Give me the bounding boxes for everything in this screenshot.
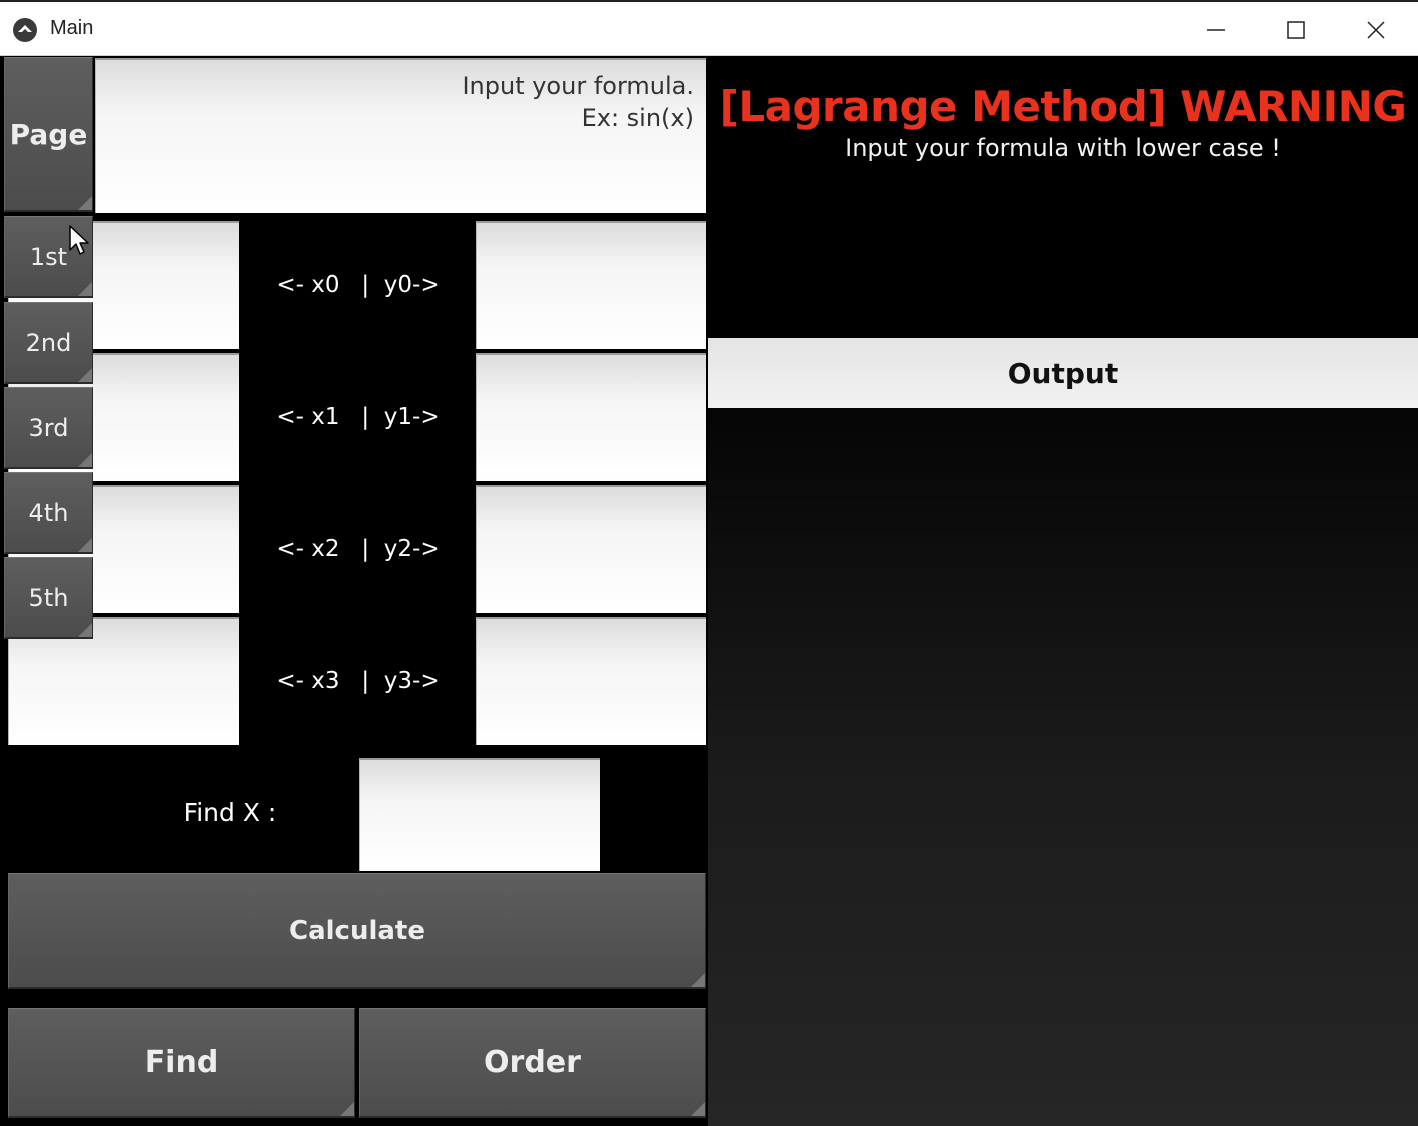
find-label: Find (144, 1045, 219, 1080)
close-icon (1367, 21, 1385, 39)
page-4th-button[interactable]: 4th (4, 472, 93, 554)
warning-title: [Lagrange Method] WARNING (719, 82, 1407, 131)
y2-input[interactable] (476, 485, 706, 613)
page-2nd-button[interactable]: 2nd (4, 302, 93, 384)
warning-subtitle: Input your formula with lower case ! (845, 134, 1281, 162)
formula-placeholder: Input your formula. Ex: sin(x) (462, 70, 694, 134)
y0-input[interactable] (476, 221, 706, 349)
find-button[interactable]: Find (8, 1008, 355, 1118)
page-2nd-label: 2nd (25, 328, 72, 357)
page-5th-label: 5th (28, 583, 69, 612)
maximize-button[interactable] (1276, 12, 1316, 48)
point-label-0: <- x0 | y0-> (276, 272, 440, 298)
order-label: Order (484, 1045, 581, 1080)
formula-input[interactable]: Input your formula. Ex: sin(x) (95, 58, 706, 213)
formula-placeholder-line1: Input your formula. (462, 72, 694, 100)
output-area (708, 408, 1418, 1126)
minimize-button[interactable] (1196, 12, 1236, 48)
kivy-logo-icon (12, 17, 38, 43)
page-4th-label: 4th (28, 498, 69, 527)
point-label-3: <- x3 | y3-> (276, 668, 440, 694)
mouse-cursor-icon (69, 225, 89, 255)
y3-input[interactable] (476, 617, 706, 745)
calculate-button[interactable]: Calculate (8, 873, 706, 989)
point-label-1: <- x1 | y1-> (276, 404, 440, 430)
minimize-icon (1207, 29, 1225, 31)
page-3rd-button[interactable]: 3rd (4, 387, 93, 469)
page-button[interactable]: Page (4, 57, 93, 212)
window-title: Main (50, 17, 94, 39)
output-header-label: Output (1007, 356, 1119, 390)
y1-input[interactable] (476, 353, 706, 481)
window-title-bar: Main (0, 0, 1418, 56)
page-button-label: Page (9, 117, 88, 151)
point-label-2: <- x2 | y2-> (276, 536, 440, 562)
page-3rd-label: 3rd (28, 413, 69, 442)
maximize-icon (1287, 21, 1305, 39)
output-header: Output (708, 338, 1418, 408)
page-5th-button[interactable]: 5th (4, 557, 93, 639)
find-x-input[interactable] (359, 758, 600, 871)
order-button[interactable]: Order (359, 1008, 706, 1118)
find-x-label: Find X : (183, 798, 277, 827)
page-1st-label: 1st (29, 242, 68, 271)
calculate-label: Calculate (289, 915, 425, 946)
close-button[interactable] (1356, 12, 1396, 48)
formula-placeholder-line2: Ex: sin(x) (581, 104, 694, 132)
